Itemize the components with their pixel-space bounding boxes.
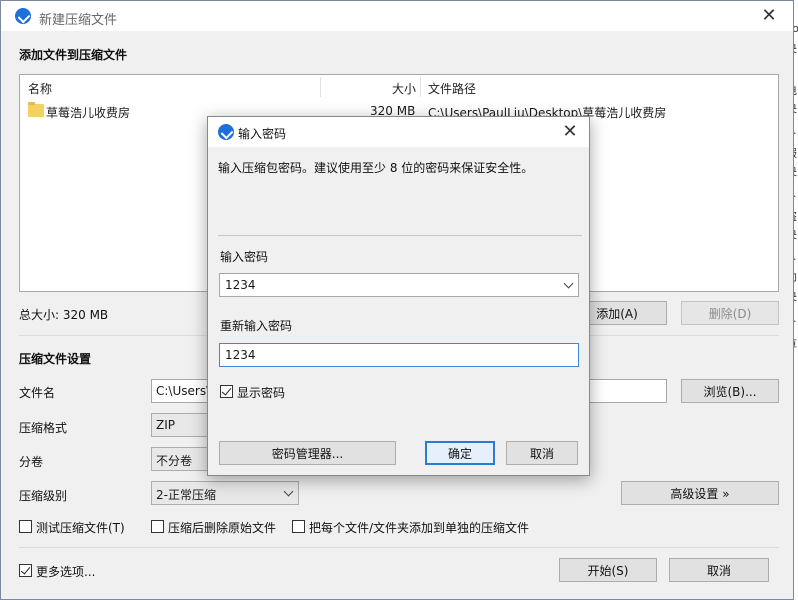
dialog-title: 输入密码 [238,127,287,141]
start-button[interactable]: 开始(S) [559,558,657,582]
chevron-down-icon [283,486,294,497]
delete-original-checkbox[interactable] [151,520,164,533]
password-input[interactable]: 1234 [219,273,579,297]
file-list-header: 名称 大小 文件路径 [20,75,778,99]
file-name: 草莓浩儿收费房 [46,106,131,120]
close-icon[interactable]: ✕ [559,121,581,142]
test-archive-checkbox[interactable] [19,520,32,533]
reenter-password-input[interactable]: 1234 [219,343,579,367]
level-select[interactable]: 2-正常压缩 [151,481,299,505]
ok-button[interactable]: 确定 [425,441,495,465]
filename-label: 文件名 [19,386,56,400]
app-logo-icon [218,124,234,140]
level-value: 2-正常压缩 [156,488,216,502]
delete-button[interactable]: 删除(D) [681,301,779,325]
window-title: 新建压缩文件 [39,13,118,28]
password-value: 1234 [225,278,256,292]
total-size: 总大小: 320 MB [19,308,109,322]
level-label: 压缩级别 [19,489,68,503]
show-password-checkbox[interactable] [220,385,233,398]
column-path[interactable]: 文件路径 [428,80,476,97]
more-options-label[interactable]: 更多选项... [36,563,95,580]
split-label: 分卷 [19,455,44,469]
divider [19,547,779,548]
settings-section-title: 压缩文件设置 [19,352,92,366]
format-label: 压缩格式 [19,421,68,435]
more-options-checkbox[interactable] [19,564,32,577]
dialog-titlebar: 输入密码 ✕ [208,117,589,147]
browse-button[interactable]: 浏览(B)... [681,379,779,403]
show-password-label[interactable]: 显示密码 [237,384,285,401]
advanced-settings-button[interactable]: 高级设置 » [621,481,779,505]
password-label: 输入密码 [220,250,269,264]
column-name[interactable]: 名称 [28,80,52,97]
test-archive-label[interactable]: 测试压缩文件(T) [36,519,125,536]
column-divider[interactable] [420,77,421,97]
close-icon[interactable]: ✕ [757,5,781,26]
delete-original-label[interactable]: 压缩后删除原始文件 [168,519,276,536]
reenter-password-label: 重新输入密码 [220,319,293,333]
password-manager-button[interactable]: 密码管理器... [219,441,396,465]
separate-archives-label[interactable]: 把每个文件/文件夹添加到单独的压缩文件 [309,519,529,536]
column-size[interactable]: 大小 [392,80,416,97]
divider [218,235,582,236]
add-files-section-title: 添加文件到压缩文件 [19,48,128,62]
dialog-description: 输入压缩包密码。建议使用至少 8 位的密码来保证安全性。 [218,161,534,175]
cancel-button[interactable]: 取消 [669,558,769,582]
folder-icon [28,102,44,117]
split-value: 不分卷 [156,454,193,468]
window-titlebar: 新建压缩文件 ✕ [1,1,793,31]
dialog-cancel-button[interactable]: 取消 [506,441,578,465]
format-value: ZIP [156,418,175,432]
password-dialog: 输入密码 ✕ 输入压缩包密码。建议使用至少 8 位的密码来保证安全性。 输入密码… [207,116,590,476]
chevron-down-icon[interactable] [563,278,574,289]
separate-archives-checkbox[interactable] [292,520,305,533]
column-divider[interactable] [320,77,321,97]
app-logo-icon [15,8,31,24]
